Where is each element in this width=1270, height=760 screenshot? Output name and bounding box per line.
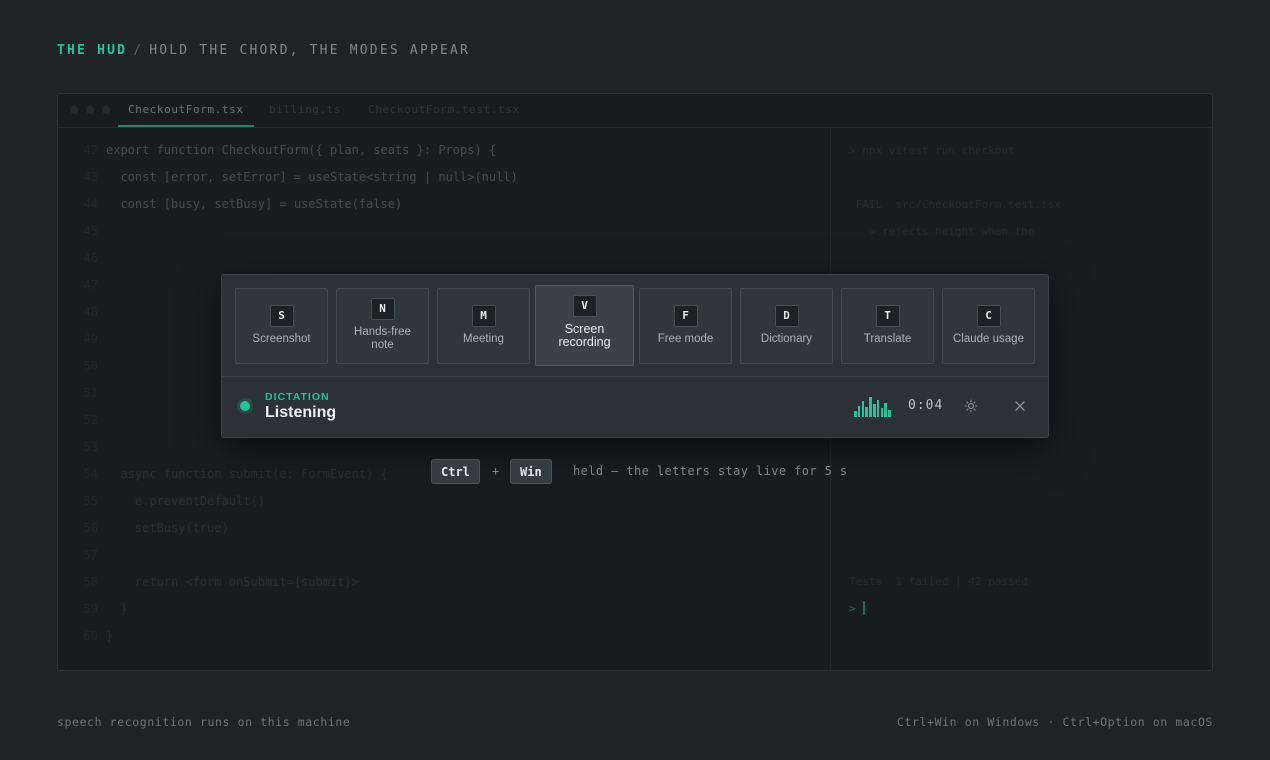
shortcut-key: S bbox=[269, 305, 294, 327]
win-key: Win bbox=[510, 459, 552, 484]
shortcut-key: C bbox=[976, 305, 1001, 327]
title-separator: / bbox=[133, 43, 144, 58]
recording-timer: 0:04 bbox=[908, 398, 944, 413]
close-icon[interactable] bbox=[1013, 399, 1027, 413]
status-title: Listening bbox=[265, 404, 337, 421]
mode-label: Screenshot bbox=[252, 333, 311, 345]
mode-claude-usage-button[interactable]: C Claude usage bbox=[942, 288, 1035, 364]
level-bar bbox=[873, 404, 876, 417]
mode-dictionary-button[interactable]: D Dictionary bbox=[740, 288, 833, 364]
footer-left: speech recognition runs on this machine bbox=[57, 715, 351, 729]
mode-translate-button[interactable]: T Translate bbox=[841, 288, 934, 364]
shortcut-key: D bbox=[774, 305, 799, 327]
plus-sign: + bbox=[492, 464, 500, 478]
level-bar bbox=[880, 408, 884, 417]
hint-text: held — the letters stay live for 5 s bbox=[573, 464, 848, 478]
mode-meeting-button[interactable]: M Meeting bbox=[437, 288, 530, 364]
level-bar bbox=[857, 406, 861, 417]
mode-label: Meeting bbox=[463, 333, 504, 345]
title-subtitle: HOLD THE CHORD, THE MODES APPEAR bbox=[149, 43, 471, 58]
mode-label: Hands-free note bbox=[354, 326, 411, 351]
mode-label: Claude usage bbox=[953, 333, 1024, 345]
mode-label: Free mode bbox=[657, 333, 714, 345]
title-accent: THE HUD bbox=[57, 43, 128, 58]
hud-divider bbox=[222, 376, 1048, 377]
status-kicker: DICTATION bbox=[265, 391, 330, 403]
shortcut-key: V bbox=[572, 295, 597, 317]
shortcut-key: N bbox=[370, 298, 395, 320]
mode-label: Translate bbox=[863, 333, 912, 345]
listening-indicator-icon bbox=[240, 401, 250, 411]
audio-level-meter bbox=[854, 397, 892, 417]
mode-hands-free-note-button[interactable]: N Hands-free note bbox=[336, 288, 429, 364]
ctrl-key: Ctrl bbox=[431, 459, 480, 484]
level-bar bbox=[865, 407, 868, 417]
shortcut-key: M bbox=[471, 305, 496, 327]
mode-label: Dictionary bbox=[760, 333, 813, 345]
hud-panel: S Screenshot N Hands-free note M Meeting V Scre… bbox=[221, 274, 1049, 438]
mode-screen-recording-button[interactable]: V Screen recording bbox=[535, 285, 634, 366]
page-title: THE HUD / HOLD THE CHORD, THE MODES APPEAR bbox=[57, 43, 470, 58]
level-bar bbox=[854, 411, 857, 417]
level-bar bbox=[884, 403, 887, 417]
shortcut-key: T bbox=[875, 305, 900, 327]
mode-free-mode-button[interactable]: F Free mode bbox=[639, 288, 732, 364]
level-bar bbox=[888, 410, 891, 417]
shortcut-key: F bbox=[673, 305, 698, 327]
mode-screenshot-button[interactable]: S Screenshot bbox=[235, 288, 328, 364]
level-bar bbox=[869, 397, 872, 417]
level-bar bbox=[861, 401, 865, 417]
gear-icon[interactable] bbox=[964, 399, 978, 413]
mode-label: Screen recording bbox=[558, 322, 611, 349]
level-bar bbox=[876, 400, 880, 417]
footer-right: Ctrl+Win on Windows · Ctrl+Option on mac… bbox=[897, 715, 1213, 729]
